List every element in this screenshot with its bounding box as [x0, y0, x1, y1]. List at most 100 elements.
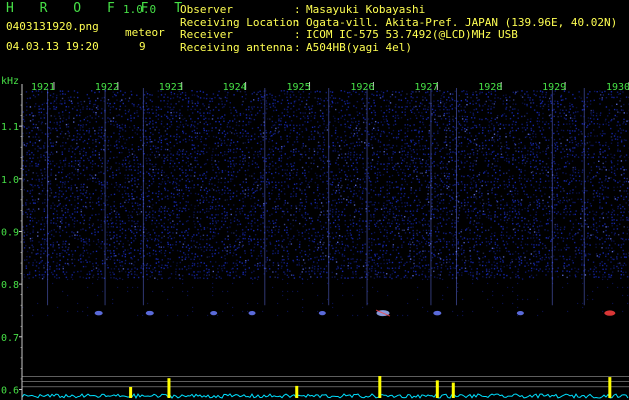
- noise-pixel: [616, 103, 618, 106]
- noise-pixel: [442, 210, 444, 212]
- noise-pixel: [485, 93, 488, 95]
- noise-pixel: [343, 198, 345, 200]
- noise-pixel: [124, 177, 127, 179]
- noise-pixel: [304, 121, 306, 123]
- noise-pixel: [364, 118, 366, 121]
- noise-pixel: [287, 106, 289, 108]
- noise-pixel: [599, 216, 601, 219]
- noise-pixel: [133, 156, 135, 158]
- noise-pixel: [239, 213, 242, 215]
- noise-pixel: [182, 139, 185, 141]
- noise-pixel: [274, 130, 276, 132]
- noise-pixel: [97, 178, 99, 180]
- noise-pixel: [172, 154, 175, 156]
- noise-pixel: [202, 91, 205, 93]
- noise-pixel: [305, 162, 307, 164]
- noise-pixel: [182, 130, 184, 133]
- noise-pixel: [368, 166, 370, 169]
- noise-pixel: [386, 109, 388, 112]
- noise-pixel: [446, 163, 448, 165]
- noise-pixel: [299, 198, 302, 201]
- noise-pixel: [481, 184, 483, 187]
- noise-pixel: [316, 130, 319, 133]
- noise-pixel: [371, 93, 373, 95]
- noise-pixel: [50, 207, 52, 209]
- noise-pixel: [484, 139, 487, 142]
- noise-pixel: [244, 193, 246, 195]
- noise-pixel: [223, 139, 225, 142]
- noise-pixel: [286, 208, 288, 210]
- noise-pixel: [265, 102, 268, 104]
- noise-pixel: [439, 196, 442, 198]
- noise-pixel: [82, 216, 84, 218]
- noise-pixel: [314, 111, 317, 114]
- noise-pixel: [278, 193, 280, 195]
- noise-pixel: [427, 201, 430, 203]
- noise-pixel: [514, 144, 517, 146]
- noise-pixel: [29, 210, 31, 212]
- noise-pixel: [358, 210, 360, 213]
- noise-pixel: [335, 213, 337, 215]
- noise-pixel: [478, 192, 480, 194]
- noise-pixel: [413, 112, 416, 115]
- noise-pixel: [302, 136, 304, 138]
- noise-pixel: [296, 138, 298, 141]
- noise-pixel: [535, 172, 537, 175]
- noise-pixel: [499, 123, 502, 125]
- noise-pixel: [442, 162, 444, 165]
- noise-pixel: [224, 169, 227, 172]
- noise-pixel: [299, 124, 301, 126]
- noise-pixel: [73, 217, 76, 219]
- noise-pixel: [110, 217, 113, 220]
- noise-pixel: [397, 114, 399, 117]
- noise-pixel: [335, 202, 338, 204]
- noise-pixel: [178, 162, 180, 164]
- noise-pixel: [526, 160, 528, 163]
- noise-pixel: [490, 204, 492, 207]
- noise-pixel: [419, 121, 421, 123]
- noise-pixel: [539, 178, 542, 180]
- noise-pixel: [205, 187, 208, 189]
- noise-pixel: [413, 169, 415, 172]
- noise-pixel: [404, 147, 406, 149]
- meteor-label: meteor: [125, 26, 165, 39]
- noise-pixel: [56, 94, 58, 97]
- noise-pixel: [404, 127, 406, 129]
- noise-pixel: [356, 144, 359, 147]
- noise-pixel: [590, 109, 592, 112]
- noise-pixel: [586, 213, 589, 216]
- noise-pixel: [395, 91, 397, 93]
- noise-pixel: [155, 109, 158, 111]
- noise-pixel: [248, 114, 251, 117]
- noise-pixel: [470, 96, 472, 99]
- noise-pixel: [169, 214, 171, 217]
- noise-pixel: [137, 172, 139, 175]
- noise-pixel: [412, 139, 414, 141]
- noise-pixel: [191, 100, 193, 102]
- noise-pixel: [41, 216, 43, 219]
- noise-pixel: [188, 115, 191, 117]
- noise-pixel: [170, 192, 173, 195]
- noise-pixel: [194, 147, 196, 149]
- noise-pixel: [493, 139, 495, 141]
- noise-pixel: [134, 154, 136, 156]
- noise-pixel: [257, 97, 260, 100]
- noise-pixel: [229, 198, 232, 200]
- noise-pixel: [613, 189, 615, 192]
- noise-pixel: [62, 145, 64, 147]
- noise-pixel: [458, 123, 461, 125]
- noise-pixel: [109, 175, 111, 178]
- noise-pixel: [262, 136, 264, 138]
- noise-pixel: [341, 211, 344, 213]
- info-separator: :: [294, 28, 301, 41]
- noise-pixel: [52, 213, 55, 215]
- noise-pixel: [206, 208, 208, 210]
- noise-pixel: [418, 136, 421, 138]
- noise-pixel: [596, 112, 598, 115]
- noise-pixel: [77, 178, 80, 180]
- noise-pixel: [569, 132, 571, 135]
- noise-pixel: [553, 154, 556, 156]
- noise-pixel: [512, 186, 515, 189]
- noise-pixel: [301, 172, 304, 174]
- noise-pixel: [40, 111, 43, 114]
